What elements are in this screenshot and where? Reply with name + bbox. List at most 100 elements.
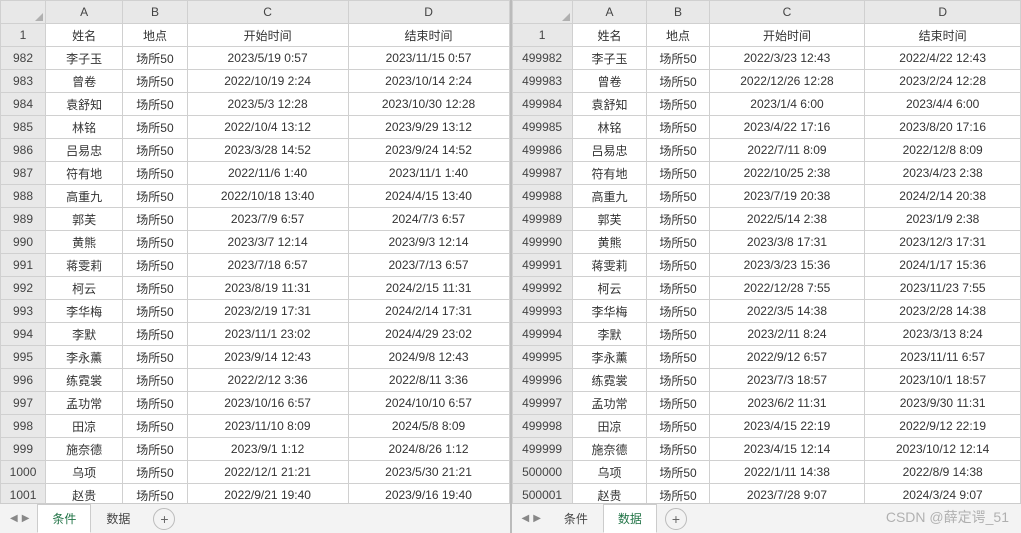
row-header[interactable]: 998	[1, 415, 46, 438]
cell-place[interactable]: 场所50	[123, 415, 187, 438]
cell-place[interactable]: 场所50	[123, 139, 187, 162]
cell-place[interactable]: 场所50	[123, 208, 187, 231]
tab-conditions[interactable]: 条件	[549, 504, 603, 533]
cell-name[interactable]: 乌项	[572, 461, 647, 484]
row-header[interactable]: 986	[1, 139, 46, 162]
cell-start[interactable]: 2023/7/18 6:57	[187, 254, 348, 277]
cell-place[interactable]: 场所50	[647, 484, 709, 504]
cell-end[interactable]: 2023/9/30 11:31	[865, 392, 1021, 415]
row-header[interactable]: 500001	[512, 484, 572, 504]
cell-end[interactable]: 2023/8/20 17:16	[865, 116, 1021, 139]
cell-start[interactable]: 2023/6/2 11:31	[709, 392, 865, 415]
cell-end[interactable]: 2023/3/13 8:24	[865, 323, 1021, 346]
row-header[interactable]: 499997	[512, 392, 572, 415]
cell-name[interactable]: 李永薰	[46, 346, 123, 369]
cell-start[interactable]: 2023/5/19 0:57	[187, 47, 348, 70]
cell-name[interactable]: 田凉	[572, 415, 647, 438]
col-header-c[interactable]: C	[187, 1, 348, 24]
cell-name[interactable]: 袁舒知	[572, 93, 647, 116]
row-header[interactable]: 993	[1, 300, 46, 323]
cell-place[interactable]: 场所50	[647, 461, 709, 484]
cell-place[interactable]: 场所50	[123, 438, 187, 461]
col-header-a[interactable]: A	[46, 1, 123, 24]
row-header[interactable]: 499993	[512, 300, 572, 323]
select-all-corner[interactable]	[512, 1, 572, 24]
cell-start[interactable]: 2023/1/4 6:00	[709, 93, 865, 116]
cell-start[interactable]: 2023/2/11 8:24	[709, 323, 865, 346]
tab-conditions[interactable]: 条件	[37, 504, 91, 533]
row-header[interactable]: 982	[1, 47, 46, 70]
cell-name[interactable]: 李华梅	[46, 300, 123, 323]
col-header-d[interactable]: D	[865, 1, 1021, 24]
cell-start[interactable]: 2023/7/28 9:07	[709, 484, 865, 504]
cell-start[interactable]: 2022/9/12 6:57	[709, 346, 865, 369]
cell-end[interactable]: 2024/4/15 13:40	[348, 185, 509, 208]
cell-end[interactable]: 2024/9/8 12:43	[348, 346, 509, 369]
header-cell-place[interactable]: 地点	[123, 24, 187, 47]
row-header[interactable]: 999	[1, 438, 46, 461]
cell-end[interactable]: 2024/4/29 23:02	[348, 323, 509, 346]
col-header-a[interactable]: A	[572, 1, 647, 24]
cell-end[interactable]: 2023/7/13 6:57	[348, 254, 509, 277]
cell-end[interactable]: 2023/11/1 1:40	[348, 162, 509, 185]
right-grid[interactable]: A B C D 1 姓名 地点 开始时间 结束时间 499982李子玉场所502…	[512, 0, 1021, 503]
row-header[interactable]: 499996	[512, 369, 572, 392]
cell-name[interactable]: 李子玉	[572, 47, 647, 70]
cell-start[interactable]: 2022/10/19 2:24	[187, 70, 348, 93]
cell-name[interactable]: 黄熊	[572, 231, 647, 254]
cell-place[interactable]: 场所50	[647, 93, 709, 116]
cell-name[interactable]: 乌项	[46, 461, 123, 484]
cell-name[interactable]: 练霓裳	[572, 369, 647, 392]
row-header[interactable]: 499988	[512, 185, 572, 208]
cell-start[interactable]: 2022/12/1 21:21	[187, 461, 348, 484]
row-header[interactable]: 988	[1, 185, 46, 208]
header-cell-end[interactable]: 结束时间	[348, 24, 509, 47]
nav-next-icon[interactable]: ▶	[533, 513, 541, 524]
row-header[interactable]: 499994	[512, 323, 572, 346]
cell-name[interactable]: 郭芙	[572, 208, 647, 231]
cell-name[interactable]: 孟功常	[572, 392, 647, 415]
row-header[interactable]: 989	[1, 208, 46, 231]
cell-name[interactable]: 柯云	[572, 277, 647, 300]
row-header[interactable]: 499987	[512, 162, 572, 185]
cell-end[interactable]: 2024/1/17 15:36	[865, 254, 1021, 277]
cell-name[interactable]: 赵贵	[46, 484, 123, 504]
row-header[interactable]: 994	[1, 323, 46, 346]
cell-place[interactable]: 场所50	[123, 185, 187, 208]
cell-place[interactable]: 场所50	[123, 254, 187, 277]
cell-end[interactable]: 2023/10/12 12:14	[865, 438, 1021, 461]
col-header-d[interactable]: D	[348, 1, 509, 24]
cell-end[interactable]: 2023/2/28 14:38	[865, 300, 1021, 323]
row-header[interactable]: 499982	[512, 47, 572, 70]
row-header[interactable]: 997	[1, 392, 46, 415]
cell-end[interactable]: 2022/12/8 8:09	[865, 139, 1021, 162]
cell-place[interactable]: 场所50	[647, 254, 709, 277]
row-header[interactable]: 995	[1, 346, 46, 369]
row-header[interactable]: 1	[1, 24, 46, 47]
cell-end[interactable]: 2023/10/1 18:57	[865, 369, 1021, 392]
cell-place[interactable]: 场所50	[647, 47, 709, 70]
cell-name[interactable]: 李子玉	[46, 47, 123, 70]
cell-name[interactable]: 林铭	[572, 116, 647, 139]
cell-start[interactable]: 2023/7/19 20:38	[709, 185, 865, 208]
row-header[interactable]: 1000	[1, 461, 46, 484]
cell-start[interactable]: 2022/3/5 14:38	[709, 300, 865, 323]
cell-end[interactable]: 2024/5/8 8:09	[348, 415, 509, 438]
row-header[interactable]: 499984	[512, 93, 572, 116]
cell-end[interactable]: 2023/9/16 19:40	[348, 484, 509, 504]
header-cell-start[interactable]: 开始时间	[187, 24, 348, 47]
cell-name[interactable]: 蒋雯莉	[572, 254, 647, 277]
cell-end[interactable]: 2023/9/24 14:52	[348, 139, 509, 162]
cell-end[interactable]: 2024/3/24 9:07	[865, 484, 1021, 504]
cell-end[interactable]: 2023/10/30 12:28	[348, 93, 509, 116]
cell-name[interactable]: 吕易忠	[572, 139, 647, 162]
cell-end[interactable]: 2022/9/12 22:19	[865, 415, 1021, 438]
row-header[interactable]: 987	[1, 162, 46, 185]
row-header[interactable]: 984	[1, 93, 46, 116]
col-header-b[interactable]: B	[647, 1, 709, 24]
cell-start[interactable]: 2023/9/1 1:12	[187, 438, 348, 461]
row-header[interactable]: 499998	[512, 415, 572, 438]
cell-start[interactable]: 2023/3/28 14:52	[187, 139, 348, 162]
header-cell-name[interactable]: 姓名	[46, 24, 123, 47]
cell-place[interactable]: 场所50	[647, 300, 709, 323]
